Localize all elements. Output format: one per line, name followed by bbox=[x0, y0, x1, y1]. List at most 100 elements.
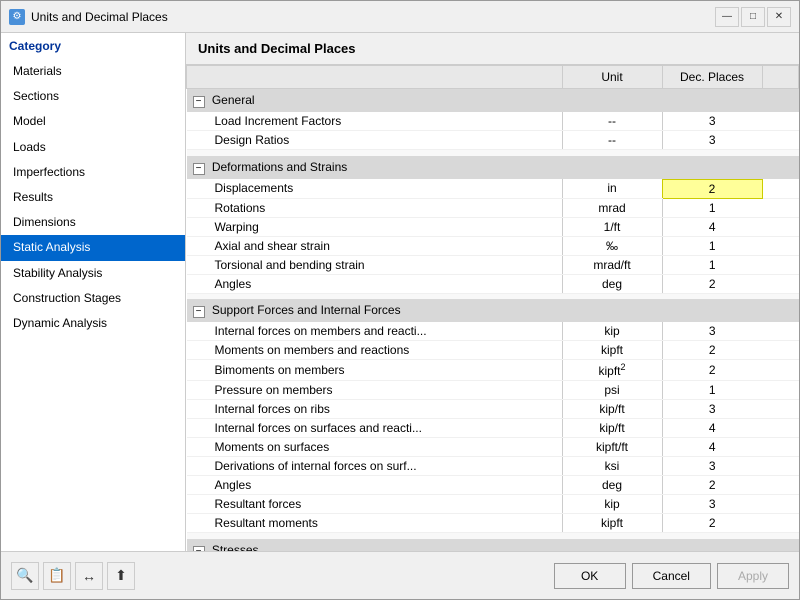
sidebar-item-dimensions[interactable]: Dimensions bbox=[1, 210, 185, 235]
sidebar-item-results[interactable]: Results bbox=[1, 185, 185, 210]
row-unit-load-increment[interactable]: -- bbox=[562, 112, 662, 131]
row-extra-internal-forces-ribs bbox=[762, 400, 799, 419]
row-unit-resultant-forces[interactable]: kip bbox=[562, 495, 662, 514]
copy-tool-button[interactable]: 📋 bbox=[43, 562, 71, 590]
sidebar-item-dynamic-analysis[interactable]: Dynamic Analysis bbox=[1, 311, 185, 336]
row-dec-internal-forces-surfaces[interactable]: 4 bbox=[662, 419, 762, 438]
row-unit-axial-shear[interactable]: ‰ bbox=[562, 236, 662, 255]
sidebar-item-stability-analysis[interactable]: Stability Analysis bbox=[1, 261, 185, 286]
col-unit-header: Unit bbox=[562, 66, 662, 89]
row-extra-axial-shear bbox=[762, 236, 799, 255]
row-unit-angles-support[interactable]: deg bbox=[562, 476, 662, 495]
row-unit-bimoments[interactable]: kipft2 bbox=[562, 360, 662, 381]
sidebar-header: Category bbox=[1, 33, 185, 59]
section-toggle-deformations[interactable]: − bbox=[193, 163, 205, 175]
row-dec-rotations[interactable]: 1 bbox=[662, 198, 762, 217]
row-extra-torsional bbox=[762, 255, 799, 274]
row-name-derivations: Derivations of internal forces on surf..… bbox=[187, 457, 563, 476]
sidebar-item-construction-stages[interactable]: Construction Stages bbox=[1, 286, 185, 311]
row-dec-bimoments[interactable]: 2 bbox=[662, 360, 762, 381]
row-resultant-moments: Resultant moments kipft 2 bbox=[187, 514, 799, 533]
ok-button[interactable]: OK bbox=[554, 563, 626, 589]
row-extra-derivations bbox=[762, 457, 799, 476]
bottom-bar: 🔍 📋 ↔ ⬆ OK Cancel Apply bbox=[1, 551, 799, 599]
row-unit-internal-forces-surfaces[interactable]: kip/ft bbox=[562, 419, 662, 438]
expand-tool-button[interactable]: ↔ bbox=[75, 562, 103, 590]
row-name-internal-forces-ribs: Internal forces on ribs bbox=[187, 400, 563, 419]
export-tool-button[interactable]: ⬆ bbox=[107, 562, 135, 590]
row-dec-warping[interactable]: 4 bbox=[662, 217, 762, 236]
sidebar-item-materials[interactable]: Materials bbox=[1, 59, 185, 84]
row-internal-forces-ribs: Internal forces on ribs kip/ft 3 bbox=[187, 400, 799, 419]
sidebar-item-loads[interactable]: Loads bbox=[1, 135, 185, 160]
row-dec-moments-surfaces[interactable]: 4 bbox=[662, 438, 762, 457]
col-dec-header: Dec. Places bbox=[662, 66, 762, 89]
row-dec-internal-forces-members[interactable]: 3 bbox=[662, 322, 762, 341]
panel-header: Units and Decimal Places bbox=[186, 33, 799, 65]
row-name-angles-support: Angles bbox=[187, 476, 563, 495]
table-area[interactable]: Unit Dec. Places − General bbox=[186, 65, 799, 551]
row-name-internal-forces-surfaces: Internal forces on surfaces and reacti..… bbox=[187, 419, 563, 438]
row-extra-warping bbox=[762, 217, 799, 236]
row-unit-displacements[interactable]: in bbox=[562, 179, 662, 198]
window-icon: ⚙ bbox=[9, 9, 25, 25]
row-unit-pressure-members[interactable]: psi bbox=[562, 381, 662, 400]
row-unit-angles-def[interactable]: deg bbox=[562, 274, 662, 293]
row-dec-resultant-forces[interactable]: 3 bbox=[662, 495, 762, 514]
sidebar-item-sections[interactable]: Sections bbox=[1, 84, 185, 109]
row-dec-moments-members[interactable]: 2 bbox=[662, 341, 762, 360]
row-name-load-increment: Load Increment Factors bbox=[187, 112, 563, 131]
row-unit-resultant-moments[interactable]: kipft bbox=[562, 514, 662, 533]
row-dec-displacements[interactable]: 2 bbox=[662, 179, 762, 198]
row-name-moments-surfaces: Moments on surfaces bbox=[187, 438, 563, 457]
section-label-general: General bbox=[212, 93, 255, 107]
maximize-button[interactable]: □ bbox=[741, 7, 765, 27]
row-internal-forces-members: Internal forces on members and reacti...… bbox=[187, 322, 799, 341]
cancel-button[interactable]: Cancel bbox=[632, 563, 711, 589]
apply-button[interactable]: Apply bbox=[717, 563, 789, 589]
row-unit-derivations[interactable]: ksi bbox=[562, 457, 662, 476]
row-pressure-members: Pressure on members psi 1 bbox=[187, 381, 799, 400]
minimize-button[interactable]: — bbox=[715, 7, 739, 27]
section-toggle-general[interactable]: − bbox=[193, 96, 205, 108]
row-name-design-ratios: Design Ratios bbox=[187, 131, 563, 150]
bottom-tools: 🔍 📋 ↔ ⬆ bbox=[11, 562, 135, 590]
content-area: Category Materials Sections Model Loads … bbox=[1, 33, 799, 551]
row-dec-axial-shear[interactable]: 1 bbox=[662, 236, 762, 255]
sidebar-item-model[interactable]: Model bbox=[1, 109, 185, 134]
row-angles-support: Angles deg 2 bbox=[187, 476, 799, 495]
row-dec-torsional[interactable]: 1 bbox=[662, 255, 762, 274]
row-unit-moments-surfaces[interactable]: kipft/ft bbox=[562, 438, 662, 457]
row-name-rotations: Rotations bbox=[187, 198, 563, 217]
close-button[interactable]: ✕ bbox=[767, 7, 791, 27]
row-dec-load-increment[interactable]: 3 bbox=[662, 112, 762, 131]
row-extra-angles-support bbox=[762, 476, 799, 495]
row-name-pressure-members: Pressure on members bbox=[187, 381, 563, 400]
row-unit-torsional[interactable]: mrad/ft bbox=[562, 255, 662, 274]
section-toggle-support[interactable]: − bbox=[193, 306, 205, 318]
section-label-deformations: Deformations and Strains bbox=[212, 160, 347, 174]
row-extra-moments-members bbox=[762, 341, 799, 360]
search-tool-button[interactable]: 🔍 bbox=[11, 562, 39, 590]
row-unit-rotations[interactable]: mrad bbox=[562, 198, 662, 217]
title-bar: ⚙ Units and Decimal Places — □ ✕ bbox=[1, 1, 799, 33]
row-unit-warping[interactable]: 1/ft bbox=[562, 217, 662, 236]
row-dec-derivations[interactable]: 3 bbox=[662, 457, 762, 476]
row-extra-internal-forces bbox=[762, 322, 799, 341]
section-support-forces: − Support Forces and Internal Forces bbox=[187, 299, 799, 322]
row-unit-internal-forces-ribs[interactable]: kip/ft bbox=[562, 400, 662, 419]
col-name-header bbox=[187, 66, 563, 89]
row-dec-angles-support[interactable]: 2 bbox=[662, 476, 762, 495]
row-dec-pressure-members[interactable]: 1 bbox=[662, 381, 762, 400]
row-unit-internal-forces-members[interactable]: kip bbox=[562, 322, 662, 341]
row-rotations: Rotations mrad 1 bbox=[187, 198, 799, 217]
sidebar-item-static-analysis[interactable]: Static Analysis bbox=[1, 235, 185, 260]
row-dec-resultant-moments[interactable]: 2 bbox=[662, 514, 762, 533]
row-dec-angles-def[interactable]: 2 bbox=[662, 274, 762, 293]
row-unit-design-ratios[interactable]: -- bbox=[562, 131, 662, 150]
sidebar-item-imperfections[interactable]: Imperfections bbox=[1, 160, 185, 185]
row-dec-design-ratios[interactable]: 3 bbox=[662, 131, 762, 150]
row-dec-internal-forces-ribs[interactable]: 3 bbox=[662, 400, 762, 419]
row-unit-moments-members[interactable]: kipft bbox=[562, 341, 662, 360]
title-bar-left: ⚙ Units and Decimal Places bbox=[9, 9, 168, 25]
